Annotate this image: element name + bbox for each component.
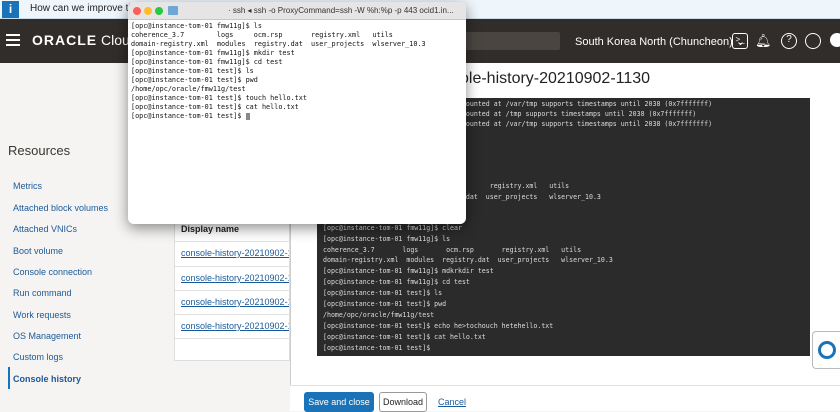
console-line: [opc@instance-tom-01 fmw11g]$ clear	[323, 224, 462, 232]
user-profile-icon[interactable]	[830, 33, 840, 47]
console-line: domain-registry.xml modules registry.dat…	[323, 256, 613, 264]
maximize-window-icon[interactable]	[155, 7, 163, 15]
resource-link-metrics[interactable]: Metrics	[13, 181, 42, 191]
row-link[interactable]: console-history-20210902-1	[181, 297, 289, 307]
terminal-title-bar[interactable]: · ssh ◂ ssh -o ProxyCommand=ssh -W %h:%p…	[128, 2, 466, 20]
terminal-prompt: [opc@instance-tom-01 test]$	[131, 112, 246, 120]
resource-link-custom-logs[interactable]: Custom logs	[13, 352, 63, 362]
console-line: [opc@instance-tom-01 fmw11g]$ cd test	[323, 278, 470, 286]
folder-icon	[168, 6, 178, 15]
row-link[interactable]: console-history-20210902-1	[181, 273, 289, 283]
terminal-line: [opc@instance-tom-01 fmw11g]$ ls	[131, 22, 262, 30]
terminal-line: coherence_3.7 logs ocm.rsp registry.xml …	[131, 31, 393, 39]
console-line: [opc@instance-tom-01 fmw11g]$ mdkrkdir t…	[323, 267, 494, 275]
terminal-window[interactable]: · ssh ◂ ssh -o ProxyCommand=ssh -W %h:%p…	[128, 2, 466, 224]
resource-link-run-command[interactable]: Run command	[13, 288, 72, 298]
lifebuoy-icon	[818, 341, 836, 359]
terminal-prompt-line[interactable]: [opc@instance-tom-01 test]$	[131, 112, 250, 120]
resource-link-boot-volume[interactable]: Boot volume	[13, 246, 63, 256]
minimize-window-icon[interactable]	[144, 7, 152, 15]
terminal-line: [opc@instance-tom-01 test]$ ls	[131, 67, 254, 75]
notifications-bell-icon[interactable]: 🔔︎	[755, 33, 772, 49]
info-icon: i	[2, 1, 19, 18]
terminal-line: /home/opc/oracle/fmw11g/test	[131, 85, 246, 93]
console-line: coherence_3.7 logs ocm.rsp registry.xml …	[323, 246, 582, 254]
table-row: console-history-20210902-1	[175, 290, 291, 315]
terminal-line: [opc@instance-tom-01 test]$ cat hello.tx…	[131, 103, 299, 111]
help-lifebuoy-button[interactable]	[812, 331, 840, 369]
console-line: [opc@instance-tom-01 test]$	[323, 344, 431, 352]
resource-link-work-requests[interactable]: Work requests	[13, 310, 71, 320]
download-button[interactable]: Download	[379, 392, 427, 412]
console-line: [opc@instance-tom-01 test]$ cat hello.tx…	[323, 333, 486, 341]
save-and-close-button[interactable]: Save and close	[304, 392, 374, 412]
table-row: console-history-20210902-1	[175, 266, 291, 291]
region-selector[interactable]: South Korea North (Chuncheon) ⌄	[575, 35, 745, 48]
cancel-link[interactable]: Cancel	[438, 397, 466, 407]
oracle-cloud-logo[interactable]: ORACLE Clou	[32, 32, 130, 48]
terminal-line: [opc@instance-tom-01 test]$ touch hello.…	[131, 94, 307, 102]
row-link[interactable]: console-history-20210902-1	[181, 321, 289, 331]
terminal-line: [opc@instance-tom-01 test]$ pwd	[131, 76, 258, 84]
resource-link-console-history[interactable]: Console history	[13, 374, 81, 384]
resources-title: Resources	[8, 143, 71, 158]
table-row-empty	[175, 338, 291, 363]
console-line: /home/opc/oracle/fmw11g/test	[323, 311, 435, 319]
resource-link-console-connection[interactable]: Console connection	[13, 267, 92, 277]
search-input[interactable]	[460, 32, 560, 50]
console-line: [opc@instance-tom-01 test]$ pwd	[323, 300, 447, 308]
resource-link-os-management[interactable]: OS Management	[13, 331, 81, 341]
row-link[interactable]: console-history-20210902-1	[181, 248, 289, 258]
close-window-icon[interactable]	[133, 7, 141, 15]
terminal-line: [opc@instance-tom-01 fmw11g]$ cd test	[131, 58, 283, 66]
table-row: console-history-20210902-1	[175, 241, 291, 266]
terminal-title: · ssh ◂ ssh -o ProxyCommand=ssh -W %h:%p…	[228, 6, 454, 15]
console-line: [opc@instance-tom-01 fmw11g]$ ls	[323, 235, 451, 243]
table-row: console-history-20210902-1	[175, 314, 291, 339]
console-history-table: Display name console-history-20210902-1 …	[174, 215, 291, 363]
resource-link-attached-vnics[interactable]: Attached VNICs	[13, 224, 77, 234]
terminal-line: [opc@instance-tom-01 fmw11g]$ mkdir test	[131, 49, 295, 57]
cloud-shell-icon[interactable]: >_	[732, 33, 748, 49]
hamburger-menu-icon[interactable]	[6, 34, 20, 46]
terminal-cursor	[245, 112, 250, 120]
console-line: [opc@instance-tom-01 test]$ ls	[323, 289, 443, 297]
banner-text: How can we improve the	[30, 3, 140, 14]
panel-title: sole-history-20210902-1130	[452, 70, 651, 87]
active-item-indicator	[8, 367, 10, 389]
resource-link-attached-block-volumes[interactable]: Attached block volumes	[13, 203, 108, 213]
language-globe-icon[interactable]	[805, 33, 821, 49]
column-header-display-name[interactable]: Display name	[181, 224, 239, 234]
help-icon[interactable]: ?	[781, 33, 797, 49]
terminal-line: domain-registry.xml modules registry.dat…	[131, 40, 426, 48]
console-line: [opc@instance-tom-01 test]$ echo he>toch…	[323, 322, 554, 330]
